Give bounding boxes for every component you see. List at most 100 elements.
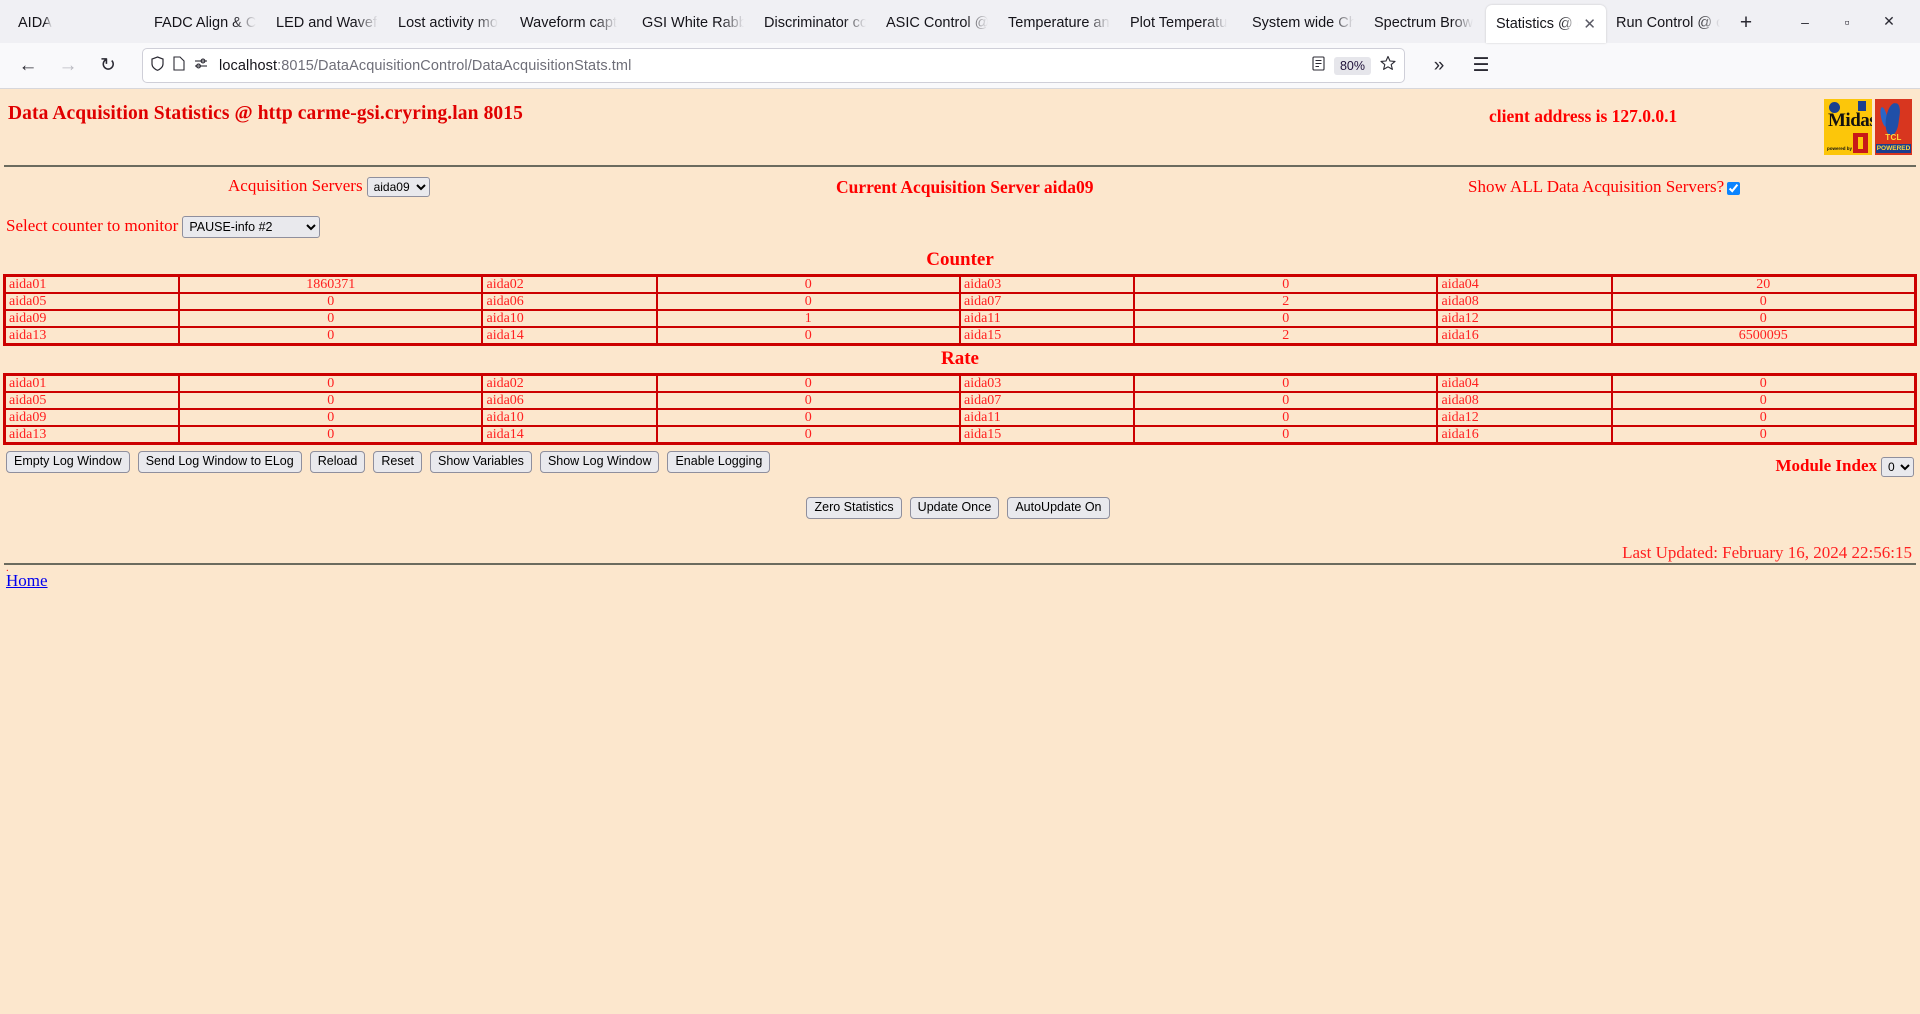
tab-label: Waveform capt: [520, 15, 617, 31]
table-row: aida05 0 aida06 0 aida07 2 aida08 0: [3, 292, 1917, 311]
rate-cell-name: aida12: [1436, 408, 1613, 427]
rate-cell-value: 0: [1133, 373, 1439, 393]
midas-logo[interactable]: Midas powered by: [1824, 99, 1872, 155]
log-buttons-row: Empty Log Window Send Log Window to ELog…: [0, 445, 1920, 487]
select-counter-label: Select counter to monitor: [6, 216, 179, 235]
browser-tab-11[interactable]: Spectrum Brow: [1364, 6, 1486, 40]
rate-table: aida01 0 aida02 0 aida03 0 aida04 0 aida…: [3, 373, 1917, 445]
new-tab-button[interactable]: +: [1730, 7, 1762, 39]
overflow-menu-icon[interactable]: »: [1422, 49, 1456, 83]
close-window-button[interactable]: ✕: [1868, 1, 1910, 43]
browser-tab-5[interactable]: GSI White Rabb: [632, 6, 754, 40]
browser-tab-3[interactable]: Lost activity mo: [388, 6, 510, 40]
counter-cell-value: 0: [178, 326, 484, 346]
show-variables-button[interactable]: Show Variables: [430, 451, 532, 473]
show-all-servers-label: Show ALL Data Acquisition Servers?: [1468, 177, 1725, 196]
tab-label: Discriminator co: [764, 15, 866, 31]
rate-cell-value: 0: [178, 391, 484, 410]
rate-cell-value: 0: [1133, 408, 1439, 427]
reload-button[interactable]: ↻: [91, 49, 125, 83]
browser-tab-4[interactable]: Waveform capt: [510, 6, 632, 40]
tab-label: Plot Temperatu: [1130, 15, 1228, 31]
rate-cell-value: 0: [1610, 425, 1917, 445]
url-path: :8015/DataAcquisitionControl/DataAcquisi…: [277, 57, 632, 74]
reader-view-icon[interactable]: [1312, 55, 1325, 76]
shield-icon[interactable]: [151, 55, 164, 76]
enable-logging-button[interactable]: Enable Logging: [667, 451, 771, 473]
forward-button[interactable]: →: [51, 49, 85, 83]
counter-cell-value: 2: [1133, 292, 1439, 311]
permissions-icon[interactable]: [194, 57, 209, 75]
address-bar-icons: [151, 55, 209, 76]
table-row: aida05 0 aida06 0 aida07 0 aida08 0: [3, 391, 1917, 410]
tab-label: Temperature an: [1008, 15, 1110, 31]
counter-cell-value: 0: [1610, 292, 1917, 311]
address-bar-actions: 80%: [1312, 55, 1396, 76]
show-all-servers-checkbox[interactable]: [1727, 181, 1741, 195]
tcl-powered-logo[interactable]: TCL POWERED: [1875, 99, 1912, 155]
tab-label: System wide Ch: [1252, 15, 1354, 31]
browser-tab-8[interactable]: Temperature an: [998, 6, 1120, 40]
table-row: aida13 0 aida14 0 aida15 0 aida16 0: [3, 425, 1917, 445]
zoom-level-badge[interactable]: 80%: [1333, 56, 1371, 75]
rate-cell-value: 0: [178, 408, 484, 427]
module-index-select[interactable]: 0: [1881, 457, 1914, 478]
reset-button[interactable]: Reset: [373, 451, 422, 473]
browser-tab-7[interactable]: ASIC Control @: [876, 6, 998, 40]
back-button[interactable]: ←: [11, 49, 45, 83]
current-acquisition-server: Current Acquisition Server aida09: [836, 177, 1094, 197]
autoupdate-on-button[interactable]: AutoUpdate On: [1007, 497, 1110, 519]
counter-cell-value: 0: [178, 292, 484, 311]
browser-tab-6[interactable]: Discriminator co: [754, 6, 876, 40]
browser-tab-10[interactable]: System wide Ch: [1242, 6, 1364, 40]
rate-cell-name: aida16: [1436, 425, 1613, 445]
update-once-button[interactable]: Update Once: [909, 497, 1000, 519]
counter-cell-name: aida15: [958, 326, 1136, 346]
browser-tab-12-active[interactable]: Statistics @ c ✕: [1486, 5, 1606, 43]
counter-cell-name: aida10: [481, 309, 658, 328]
address-bar[interactable]: localhost:8015/DataAcquisitionControl/Da…: [142, 48, 1405, 83]
rate-cell-name: aida14: [481, 425, 658, 445]
rate-cell-name: aida07: [958, 391, 1136, 410]
counter-cell-name: aida11: [958, 309, 1136, 328]
acquisition-servers-select[interactable]: aida09: [366, 177, 430, 198]
zero-statistics-button[interactable]: Zero Statistics: [806, 497, 902, 519]
minimize-button[interactable]: –: [1784, 1, 1826, 43]
page-header: Data Acquisition Statistics @ http carme…: [0, 89, 1920, 165]
home-link[interactable]: Home: [6, 571, 48, 590]
browser-tab-9[interactable]: Plot Temperatu: [1120, 6, 1242, 40]
tab-label: Spectrum Brow: [1374, 15, 1474, 31]
browser-tab-13[interactable]: Run Control @ c: [1606, 6, 1730, 40]
tab-close-icon[interactable]: ✕: [1583, 17, 1596, 32]
send-log-window-to-elog-button[interactable]: Send Log Window to ELog: [137, 451, 302, 473]
counter-cell-value: 1860371: [178, 274, 484, 294]
tab-label: AIDA: [18, 15, 52, 31]
maximize-button[interactable]: ▫: [1826, 1, 1868, 43]
rate-cell-value: 0: [655, 425, 961, 445]
browser-tab-2[interactable]: LED and Wavefo: [266, 6, 388, 40]
url-text: localhost:8015/DataAcquisitionControl/Da…: [219, 58, 631, 74]
select-counter-select[interactable]: PAUSE-info #2: [182, 216, 321, 239]
stats-actions-row: Zero Statistics Update Once AutoUpdate O…: [0, 487, 1920, 529]
tcl-logo-word: TCL: [1885, 133, 1902, 142]
rate-cell-name: aida09: [3, 408, 181, 427]
counter-cell-value: 0: [655, 292, 961, 311]
show-log-window-button[interactable]: Show Log Window: [539, 451, 660, 473]
counter-cell-value: 0: [655, 326, 961, 346]
navigation-toolbar: ← → ↻ localhost:8015/DataAcquisitionCont…: [0, 43, 1920, 89]
app-menu-icon[interactable]: ☰: [1464, 49, 1498, 83]
star-icon[interactable]: [1380, 55, 1396, 76]
empty-log-window-button[interactable]: Empty Log Window: [6, 451, 130, 473]
counter-cell-name: aida02: [481, 274, 658, 294]
rate-cell-value: 0: [1133, 391, 1439, 410]
server-controls-row: Acquisition Servers aida09 Current Acquis…: [0, 167, 1920, 207]
counter-cell-name: aida14: [481, 326, 658, 346]
browser-tab-0[interactable]: AIDA: [4, 6, 144, 40]
rate-cell-name: aida13: [3, 425, 181, 445]
rate-cell-name: aida02: [481, 373, 658, 393]
reload-button[interactable]: Reload: [309, 451, 366, 473]
page-icon[interactable]: [173, 55, 185, 76]
table-row: aida01 1860371 aida02 0 aida03 0 aida04 …: [3, 274, 1917, 294]
counter-cell-name: aida01: [3, 274, 181, 294]
browser-tab-1[interactable]: FADC Align & C: [144, 6, 266, 40]
